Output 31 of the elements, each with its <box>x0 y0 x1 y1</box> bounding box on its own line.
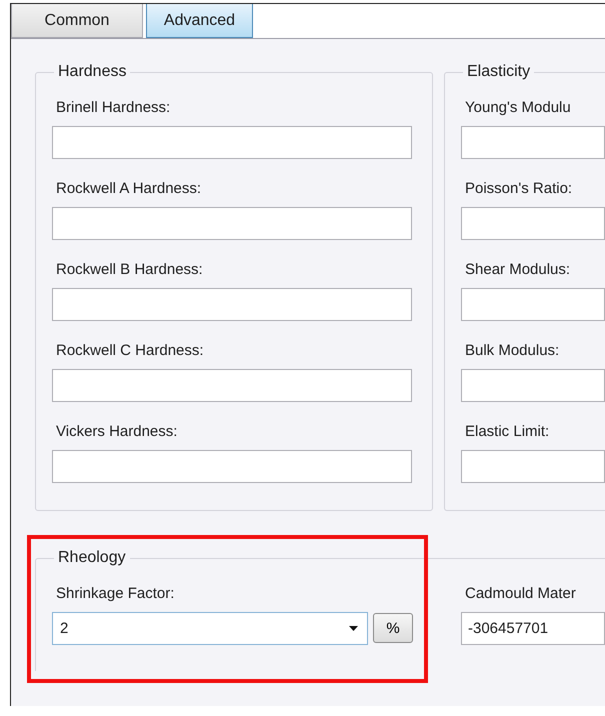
input-field[interactable] <box>461 288 605 321</box>
input-field[interactable] <box>52 450 412 483</box>
field-label: Bulk Modulus: <box>465 342 560 359</box>
field-label: Young's Modulu <box>465 99 572 116</box>
field-label: Rockwell C Hardness: <box>56 342 205 359</box>
group-title: Elasticity <box>466 63 532 81</box>
input-field[interactable] <box>52 288 412 321</box>
field-label: Rockwell B Hardness: <box>56 261 204 278</box>
field-label: Vickers Hardness: <box>56 423 178 440</box>
input-field[interactable] <box>461 369 605 402</box>
tab[interactable]: Advanced <box>146 4 253 38</box>
field-label: Shrinkage Factor: <box>56 585 176 602</box>
field-label: Cadmould Mater <box>465 585 577 602</box>
group-title: Hardness <box>57 63 128 81</box>
unit-button[interactable]: % <box>373 613 413 643</box>
input-field[interactable] <box>461 450 605 483</box>
input-field[interactable] <box>52 369 412 402</box>
field-label: Shear Modulus: <box>465 261 572 278</box>
caret-icon <box>349 626 358 631</box>
input-field[interactable] <box>461 207 605 240</box>
field-label: Brinell Hardness: <box>56 99 172 116</box>
input-field[interactable] <box>52 126 412 159</box>
input-field[interactable]: -306457701 <box>461 612 605 645</box>
input-field[interactable] <box>52 207 412 240</box>
field-label: Elastic Limit: <box>465 423 550 440</box>
field-label: Rockwell A Hardness: <box>56 180 202 197</box>
input-field[interactable] <box>461 126 605 159</box>
tab[interactable]: Common <box>11 4 143 38</box>
field-label: Poisson's Ratio: <box>465 180 574 197</box>
dropdown-field[interactable]: 2 <box>52 612 368 645</box>
group-title: Rheology <box>57 549 127 567</box>
